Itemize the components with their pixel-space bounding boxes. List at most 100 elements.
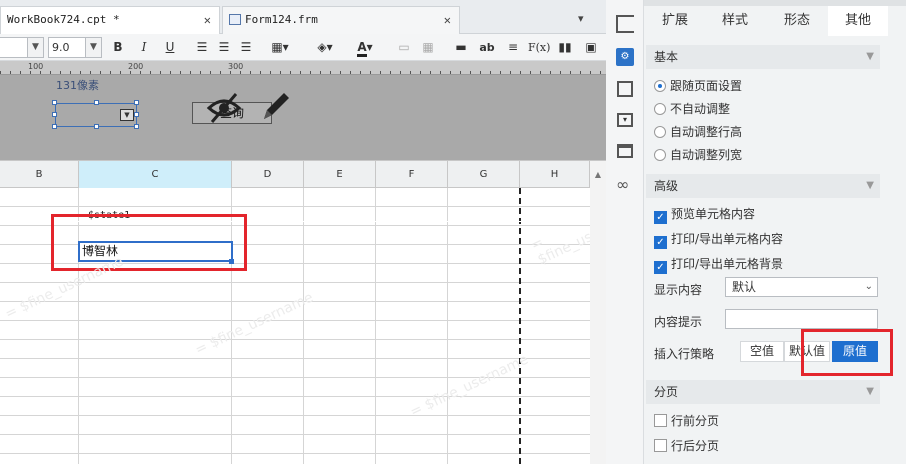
font-size-select[interactable]: 9.0 ▼ (48, 37, 102, 58)
widget-settings-icon[interactable]: ⚙ (616, 48, 634, 66)
chevron-down-icon: ▼ (866, 51, 874, 62)
radio-follow-page[interactable]: 跟随页面设置 (654, 79, 742, 93)
section-basic[interactable]: 基本 ▼ (646, 45, 880, 69)
image-icon[interactable]: ▣ (582, 37, 600, 58)
radio-auto-column-width[interactable]: 自动调整列宽 (654, 148, 742, 162)
chevron-down-icon: ▼ (85, 38, 101, 57)
eye-hidden-icon (206, 93, 242, 123)
section-advanced[interactable]: 高级 ▼ (646, 174, 880, 198)
vertical-scrollbar[interactable] (590, 188, 606, 464)
condition-attributes-icon[interactable] (617, 81, 633, 97)
chart-icon[interactable]: ▮▮ (556, 37, 574, 58)
widget-size-label: 131像素 (56, 79, 99, 92)
tab-expand[interactable]: 扩展 (646, 6, 704, 36)
parameter-form-area: 131像素 ▼ 查询 (0, 75, 606, 160)
tab-label: WorkBook724.cpt * (7, 13, 120, 26)
checkmark-icon: ✓ (654, 261, 667, 274)
tab-workbook[interactable]: WorkBook724.cpt * ✕ (0, 6, 220, 34)
column-header-row: B C D E F G H ▲ (0, 160, 606, 188)
column-header-e[interactable]: E (304, 161, 376, 188)
ruler: 100 200 300 (0, 61, 606, 75)
side-icon-strip: ⚙ ▾ ∞ (606, 0, 644, 464)
align-left-icon[interactable]: ☰ (194, 37, 210, 58)
chevron-down-icon: ▼ (27, 38, 43, 57)
display-content-select[interactable]: 默认 ⌄ (725, 277, 878, 297)
tab-style[interactable]: 样式 (704, 6, 766, 36)
column-header-d[interactable]: D (232, 161, 304, 188)
ruler-ticks (0, 71, 606, 74)
chevron-down-icon: ▼ (866, 180, 874, 191)
highlight-box (51, 214, 247, 271)
column-header-h[interactable]: H (520, 161, 590, 188)
column-header-g[interactable]: G (448, 161, 520, 188)
radio-auto-row-height[interactable]: 自动调整行高 (654, 125, 742, 139)
toolbar: ▼ 9.0 ▼ B I U ☰ ☰ ☰ ▦▾ ◈▾ A▾ ▭ ▦ ▬ ab ≡ … (0, 34, 606, 61)
paragraph-icon[interactable]: ≡ (504, 37, 522, 58)
font-family-select[interactable]: ▼ (0, 37, 44, 58)
close-icon[interactable]: ✕ (444, 7, 451, 33)
text-widget-icon[interactable]: ab (478, 37, 496, 58)
split-cells-icon[interactable]: ▦ (420, 37, 436, 58)
bold-button[interactable]: B (110, 37, 126, 58)
check-print-content[interactable]: ✓ 打印/导出单元格内容 (654, 232, 783, 249)
resize-handle[interactable] (52, 124, 57, 129)
highlight-box (801, 329, 893, 376)
close-icon[interactable]: ✕ (204, 7, 211, 33)
cell-style-icon[interactable] (617, 144, 633, 158)
column-header-b[interactable]: B (0, 161, 79, 188)
column-header-f[interactable]: F (376, 161, 448, 188)
widget-icon[interactable]: ▬ (452, 37, 470, 58)
resize-handle[interactable] (134, 124, 139, 129)
fill-color-icon[interactable]: ◈▾ (310, 37, 340, 58)
column-line (375, 188, 376, 464)
hyperlink-icon[interactable]: ∞ (616, 175, 629, 194)
column-header-c[interactable]: C (79, 161, 232, 188)
resize-handle[interactable] (134, 112, 139, 117)
resize-handle[interactable] (52, 100, 57, 105)
column-line (303, 188, 304, 464)
display-content-label: 显示内容 (654, 283, 703, 297)
border-icon[interactable]: ▦▾ (268, 37, 292, 58)
chevron-down-icon: ▼ (866, 386, 874, 397)
tab-bar: WorkBook724.cpt * ✕ Form124.frm ✕ ▾ (0, 0, 606, 34)
scrollbar-track[interactable]: ▲ (590, 161, 606, 188)
content-hint-input[interactable] (725, 309, 878, 329)
cell-attributes-icon[interactable] (616, 15, 634, 33)
tab-form[interactable]: Form124.frm ✕ (222, 6, 460, 34)
chevron-down-icon: ▼ (120, 109, 134, 121)
checkmark-icon: ✓ (654, 236, 667, 249)
underline-button[interactable]: U (162, 37, 178, 58)
spreadsheet-grid[interactable]: $state1 博智林 = $fine_username = $fine_use… (0, 188, 644, 464)
resize-handle[interactable] (94, 124, 99, 129)
dropdown-widget-icon[interactable]: ▾ (617, 113, 633, 127)
insert-policy-empty[interactable]: 空值 (740, 341, 784, 362)
chevron-down-icon: ⌄ (864, 281, 873, 292)
font-color-icon[interactable]: A▾ (350, 37, 380, 58)
content-hint-label: 内容提示 (654, 315, 703, 329)
attributes-panel: 扩展 样式 形态 其他 基本 ▼ 跟随页面设置 不自动调整 自动调整行高 自动调整… (644, 0, 906, 464)
insert-row-policy-label: 插入行策略 (654, 347, 715, 361)
align-right-icon[interactable]: ☰ (238, 37, 254, 58)
merge-cells-icon[interactable]: ▭ (396, 37, 412, 58)
checkmark-icon: ✓ (654, 211, 667, 224)
resize-handle[interactable] (94, 100, 99, 105)
check-preview-content[interactable]: ✓ 预览单元格内容 (654, 207, 755, 224)
form-file-icon (229, 14, 241, 25)
tab-label: Form124.frm (245, 13, 318, 26)
resize-handle[interactable] (52, 112, 57, 117)
check-page-break-before[interactable]: 行前分页 (654, 414, 719, 428)
tab-menu-icon[interactable]: ▾ (578, 12, 584, 25)
section-paging[interactable]: 分页 ▼ (646, 380, 880, 404)
check-page-break-after[interactable]: 行后分页 (654, 439, 719, 453)
resize-handle[interactable] (134, 100, 139, 105)
page-break-line (519, 188, 521, 464)
formula-icon[interactable]: F(x) (528, 37, 550, 58)
edit-pencil-icon (264, 93, 289, 119)
italic-button[interactable]: I (136, 37, 152, 58)
check-print-background[interactable]: ✓ 打印/导出单元格背景 (654, 257, 783, 274)
tab-form[interactable]: 形态 (766, 6, 828, 36)
tab-other[interactable]: 其他 (828, 6, 888, 36)
column-line (447, 188, 448, 464)
align-center-icon[interactable]: ☰ (216, 37, 232, 58)
radio-no-auto-adjust[interactable]: 不自动调整 (654, 102, 730, 116)
